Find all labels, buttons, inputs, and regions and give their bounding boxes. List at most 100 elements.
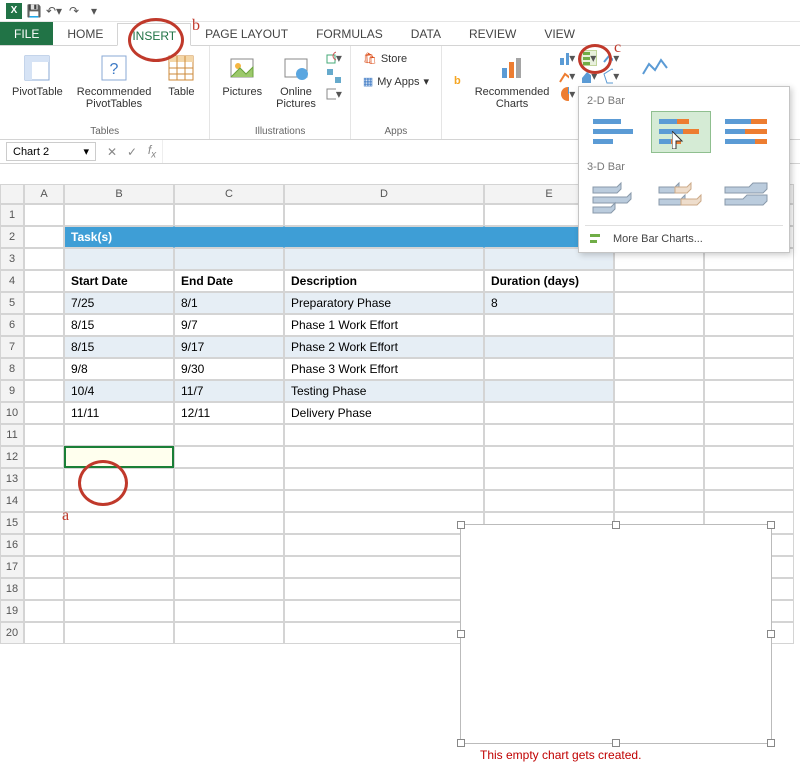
column-chart-icon[interactable]: ▾: [559, 50, 575, 66]
tab-formulas[interactable]: FORMULAS: [302, 22, 397, 45]
clustered-bar-3d[interactable]: [585, 177, 645, 219]
cell[interactable]: [284, 578, 484, 600]
cell[interactable]: [284, 204, 484, 226]
worksheet[interactable]: A B C D E F G 12Task(s)34Start DateEnd D…: [0, 184, 800, 644]
cell[interactable]: [174, 446, 284, 468]
stacked-bar-2d[interactable]: [651, 111, 711, 153]
bar-chart-icon[interactable]: ▾: [581, 50, 597, 66]
cell[interactable]: [24, 226, 64, 248]
clustered-bar-2d[interactable]: [585, 111, 645, 153]
pie-chart-icon[interactable]: ▾: [559, 86, 575, 102]
cell[interactable]: [24, 468, 64, 490]
screenshot-icon[interactable]: ▾: [326, 86, 342, 102]
cell[interactable]: [24, 512, 64, 534]
col-header[interactable]: B: [64, 184, 174, 204]
fx-icon[interactable]: fx: [142, 143, 162, 160]
cell[interactable]: [64, 204, 174, 226]
row-header[interactable]: 1: [0, 204, 24, 226]
enter-icon[interactable]: ✓: [122, 145, 142, 159]
cell[interactable]: [614, 270, 704, 292]
row-header[interactable]: 18: [0, 578, 24, 600]
cell[interactable]: [174, 226, 284, 248]
cell[interactable]: 7/25: [64, 292, 174, 314]
name-box[interactable]: Chart 2 ▾: [6, 142, 96, 161]
store-button[interactable]: 🛍 Store: [359, 50, 433, 67]
cell[interactable]: [484, 490, 614, 512]
row-header[interactable]: 5: [0, 292, 24, 314]
cell[interactable]: [284, 512, 484, 534]
cell[interactable]: 11/7: [174, 380, 284, 402]
row-header[interactable]: 3: [0, 248, 24, 270]
cell[interactable]: Phase 1 Work Effort: [284, 314, 484, 336]
cell[interactable]: [174, 556, 284, 578]
cell[interactable]: [64, 468, 174, 490]
recommended-pivottables-button[interactable]: ? Recommended PivotTables: [73, 50, 156, 112]
cell[interactable]: [284, 534, 484, 556]
row-header[interactable]: 14: [0, 490, 24, 512]
cell[interactable]: [484, 358, 614, 380]
more-bar-charts[interactable]: More Bar Charts...: [585, 225, 783, 248]
cell[interactable]: Duration (days): [484, 270, 614, 292]
cell[interactable]: 11/11: [64, 402, 174, 424]
row-header[interactable]: 16: [0, 534, 24, 556]
cell[interactable]: [174, 204, 284, 226]
cell[interactable]: Testing Phase: [284, 380, 484, 402]
cell[interactable]: [64, 556, 174, 578]
col-header[interactable]: A: [24, 184, 64, 204]
cell[interactable]: Phase 3 Work Effort: [284, 358, 484, 380]
cell[interactable]: [174, 600, 284, 622]
radar-chart-icon[interactable]: ▾: [603, 68, 619, 84]
row-header[interactable]: 9: [0, 380, 24, 402]
cell[interactable]: 12/11: [174, 402, 284, 424]
cell[interactable]: [704, 270, 794, 292]
cell[interactable]: [484, 446, 614, 468]
tab-file[interactable]: FILE: [0, 22, 53, 45]
row-header[interactable]: 8: [0, 358, 24, 380]
cell[interactable]: [64, 424, 174, 446]
cell[interactable]: [174, 534, 284, 556]
cell[interactable]: [284, 468, 484, 490]
cell[interactable]: 8/1: [174, 292, 284, 314]
cell[interactable]: [704, 292, 794, 314]
cell[interactable]: [64, 490, 174, 512]
cell[interactable]: [24, 314, 64, 336]
cell[interactable]: [174, 512, 284, 534]
row-header[interactable]: 7: [0, 336, 24, 358]
cell[interactable]: [614, 358, 704, 380]
row-header[interactable]: 11: [0, 424, 24, 446]
cell[interactable]: [614, 490, 704, 512]
cell[interactable]: [24, 622, 64, 644]
cell[interactable]: [484, 314, 614, 336]
cell[interactable]: [174, 248, 284, 270]
cell[interactable]: [704, 314, 794, 336]
bing-maps-button[interactable]: b: [450, 50, 465, 112]
cell[interactable]: [484, 468, 614, 490]
cell[interactable]: [614, 380, 704, 402]
stacked100-bar-3d[interactable]: [717, 177, 777, 219]
cell[interactable]: [614, 468, 704, 490]
pictures-button[interactable]: Pictures: [218, 50, 266, 112]
cell[interactable]: [64, 622, 174, 644]
tab-insert[interactable]: INSERT: [117, 23, 191, 46]
row-header[interactable]: 2: [0, 226, 24, 248]
table-button[interactable]: Table: [161, 50, 201, 112]
qat-customize-icon[interactable]: ▾: [86, 3, 102, 19]
cell[interactable]: [64, 578, 174, 600]
row-header[interactable]: 13: [0, 468, 24, 490]
cell[interactable]: [614, 292, 704, 314]
tab-review[interactable]: REVIEW: [455, 22, 530, 45]
cell[interactable]: 8/15: [64, 336, 174, 358]
cell[interactable]: [614, 402, 704, 424]
cell[interactable]: 9/30: [174, 358, 284, 380]
cell[interactable]: [704, 446, 794, 468]
cell[interactable]: [24, 556, 64, 578]
cell[interactable]: [64, 446, 174, 468]
cell[interactable]: [614, 446, 704, 468]
tab-view[interactable]: VIEW: [530, 22, 589, 45]
cell[interactable]: [24, 292, 64, 314]
row-header[interactable]: 20: [0, 622, 24, 644]
cell[interactable]: [24, 490, 64, 512]
cell[interactable]: End Date: [174, 270, 284, 292]
cell[interactable]: 8/15: [64, 314, 174, 336]
cell[interactable]: [284, 556, 484, 578]
